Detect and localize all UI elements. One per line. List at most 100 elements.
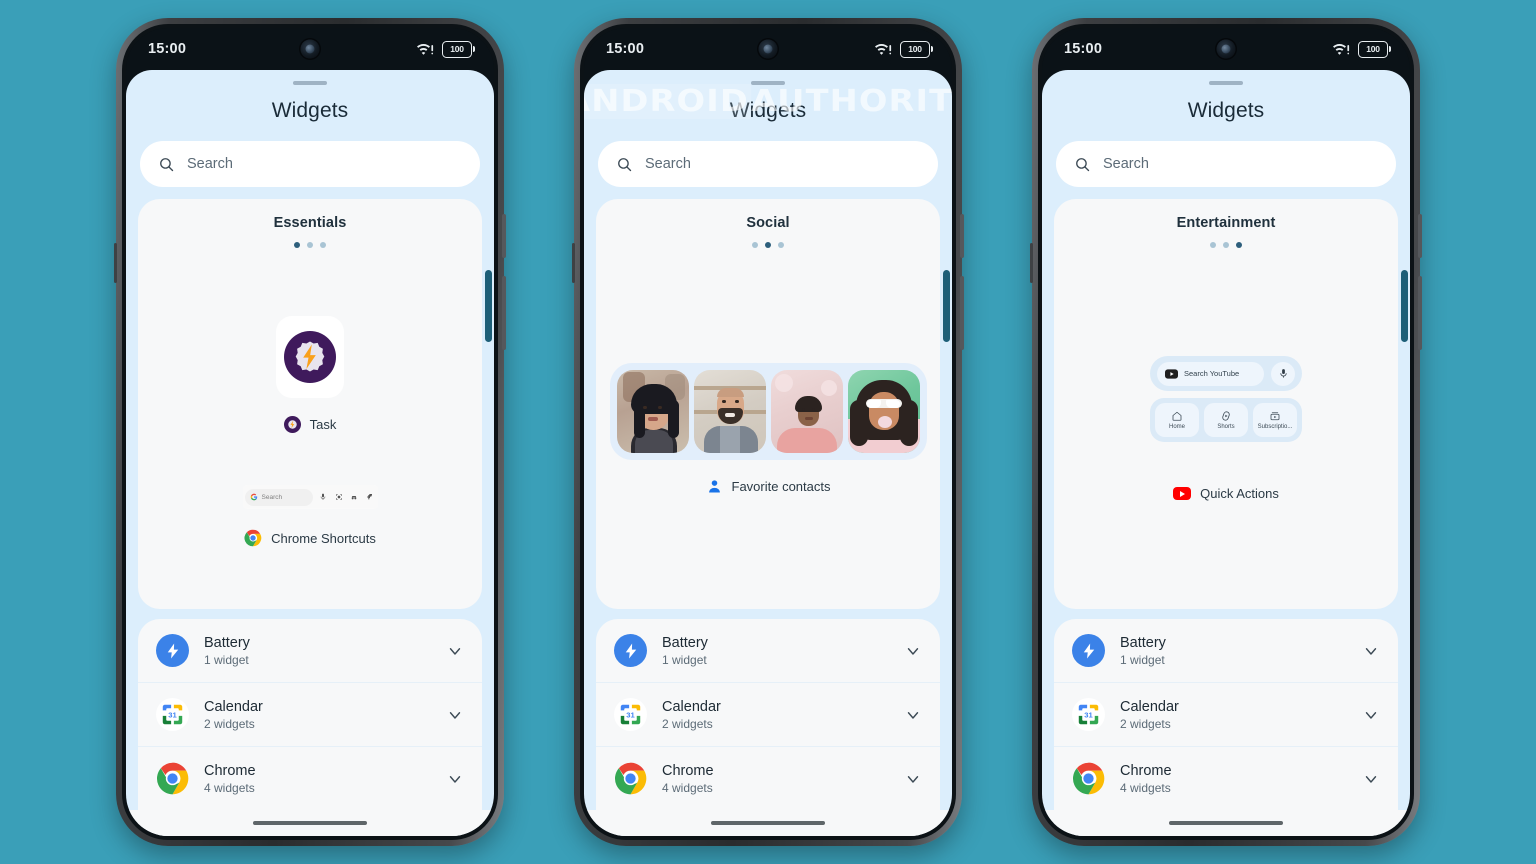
- youtube-widget-label-row: Quick Actions: [1173, 486, 1279, 501]
- microphone-icon[interactable]: [1271, 361, 1295, 386]
- chevron-down-icon[interactable]: [904, 770, 922, 788]
- svg-text:31: 31: [626, 710, 635, 719]
- app-widget-count: 4 widgets: [662, 780, 713, 795]
- youtube-tab-subscriptions[interactable]: Subscriptio...: [1253, 403, 1297, 437]
- chrome-widget-label-row: Chrome Shortcuts: [244, 529, 376, 547]
- chrome-search-pill[interactable]: Search: [244, 488, 313, 506]
- search-input[interactable]: Search: [598, 141, 938, 187]
- app-widget-list: Battery 1 widget 31 Calendar 2 widgets C…: [596, 619, 940, 810]
- volume-rocker[interactable]: [1418, 276, 1422, 350]
- youtube-icon: [1173, 487, 1192, 500]
- app-widget-count: 2 widgets: [204, 716, 255, 731]
- battery-bolt-icon: [156, 634, 189, 667]
- app-widget-count: 4 widgets: [204, 780, 255, 795]
- volume-button[interactable]: [114, 243, 117, 283]
- app-list-item-battery[interactable]: Battery 1 widget: [1054, 619, 1398, 683]
- task-widget-preview[interactable]: [276, 316, 344, 398]
- app-widget-count: 2 widgets: [662, 716, 713, 731]
- category-title: Essentials: [273, 215, 347, 231]
- app-name: Calendar: [662, 698, 721, 715]
- wifi-exclamation-icon: [1333, 43, 1350, 56]
- sheet-drag-handle[interactable]: [751, 81, 785, 85]
- power-button[interactable]: [1418, 214, 1422, 258]
- gesture-navigation-bar[interactable]: [126, 810, 494, 836]
- app-list-item-calendar[interactable]: 31 Calendar 2 widgets: [138, 683, 482, 747]
- app-widget-list: Battery 1 widget 31 Calendar 2 widgets C…: [1054, 619, 1398, 810]
- widget-label: Quick Actions: [1200, 486, 1279, 501]
- volume-rocker[interactable]: [960, 276, 964, 350]
- youtube-tabs-row[interactable]: Home Shorts Subscriptio...: [1150, 398, 1302, 442]
- scrollbar-thumb[interactable]: [1401, 270, 1408, 342]
- battery-level-text: 100: [1366, 44, 1380, 54]
- battery-indicator: 100: [1358, 40, 1391, 58]
- google-chrome-icon: [156, 762, 189, 795]
- app-list-item-battery[interactable]: Battery 1 widget: [596, 619, 940, 683]
- youtube-quick-actions-widget-preview[interactable]: Search YouTube Home Shorts Subscriptio..…: [1150, 356, 1302, 442]
- volume-button[interactable]: [572, 243, 575, 283]
- app-widget-count: 1 widget: [204, 652, 249, 667]
- power-button[interactable]: [502, 214, 506, 258]
- google-calendar-icon: 31: [156, 698, 189, 731]
- chevron-down-icon[interactable]: [446, 642, 464, 660]
- contacts-widget-label-row: Favorite contacts: [706, 478, 831, 495]
- app-name: Chrome: [1120, 762, 1172, 779]
- widget-label: Chrome Shortcuts: [271, 530, 376, 546]
- chevron-down-icon[interactable]: [446, 770, 464, 788]
- youtube-search-pill[interactable]: Search YouTube: [1157, 361, 1264, 386]
- volume-button[interactable]: [1030, 243, 1033, 283]
- status-clock: 15:00: [148, 41, 187, 57]
- youtube-search-row[interactable]: Search YouTube: [1150, 356, 1302, 391]
- chevron-down-icon[interactable]: [446, 706, 464, 724]
- sheet-drag-handle[interactable]: [293, 81, 327, 85]
- phone-mockup-stage: 15:00 100 Widgets Search Essentials Task…: [0, 0, 1536, 864]
- power-button[interactable]: [960, 214, 964, 258]
- contact-photo-4[interactable]: [847, 369, 920, 453]
- search-placeholder: Search: [645, 156, 691, 172]
- app-list-item-chrome[interactable]: Chrome 4 widgets: [1054, 747, 1398, 810]
- google-chrome-icon: [614, 762, 647, 795]
- app-widget-count: 2 widgets: [1120, 716, 1171, 731]
- sheet-drag-handle[interactable]: [1209, 81, 1243, 85]
- chevron-down-icon[interactable]: [1362, 706, 1380, 724]
- chevron-down-icon[interactable]: [1362, 770, 1380, 788]
- phone-social: 15:00 100 ANDROIDAUTHORITY: [572, 18, 964, 846]
- google-calendar-icon: 31: [1072, 698, 1105, 731]
- chevron-down-icon[interactable]: [1362, 642, 1380, 660]
- category-title: Social: [746, 215, 790, 231]
- gesture-navigation-bar[interactable]: [1042, 810, 1410, 836]
- chevron-down-icon[interactable]: [904, 706, 922, 724]
- volume-rocker[interactable]: [502, 276, 506, 350]
- app-list-item-battery[interactable]: Battery 1 widget: [138, 619, 482, 683]
- microphone-icon[interactable]: [318, 492, 329, 503]
- youtube-tab-shorts[interactable]: Shorts: [1204, 403, 1248, 437]
- page-title: Widgets: [271, 99, 349, 122]
- google-g-icon: [250, 493, 257, 501]
- app-list-item-chrome[interactable]: Chrome 4 widgets: [138, 747, 482, 810]
- gesture-navigation-bar[interactable]: [584, 810, 952, 836]
- app-list-item-calendar[interactable]: 31 Calendar 2 widgets: [596, 683, 940, 747]
- chrome-shortcuts-widget-preview[interactable]: Search: [242, 485, 378, 509]
- contact-photo-2[interactable]: [693, 369, 766, 453]
- app-name: Battery: [204, 634, 250, 651]
- search-input[interactable]: Search: [1056, 141, 1396, 187]
- battery-level-text: 100: [908, 44, 922, 54]
- scrollbar-thumb[interactable]: [943, 270, 950, 342]
- google-lens-icon[interactable]: [333, 492, 344, 503]
- battery-indicator: 100: [442, 40, 475, 58]
- youtube-tab-home[interactable]: Home: [1155, 403, 1199, 437]
- contact-photo-3[interactable]: [770, 369, 843, 453]
- app-widget-list: Battery 1 widget 31 Calendar 2 widgets C…: [138, 619, 482, 810]
- favorite-contacts-widget-preview[interactable]: [609, 362, 927, 460]
- scrollbar-thumb[interactable]: [485, 270, 492, 342]
- chevron-down-icon[interactable]: [904, 642, 922, 660]
- dino-game-icon[interactable]: [365, 492, 376, 503]
- widget-preview-card: Social Favorite contacts: [596, 199, 940, 609]
- contact-photo-1[interactable]: [616, 369, 689, 453]
- app-name: Calendar: [204, 698, 263, 715]
- youtube-tab-label: Home: [1168, 424, 1185, 430]
- app-list-item-calendar[interactable]: 31 Calendar 2 widgets: [1054, 683, 1398, 747]
- incognito-icon[interactable]: [349, 492, 360, 503]
- app-name: Chrome: [204, 762, 256, 779]
- search-input[interactable]: Search: [140, 141, 480, 187]
- app-list-item-chrome[interactable]: Chrome 4 widgets: [596, 747, 940, 810]
